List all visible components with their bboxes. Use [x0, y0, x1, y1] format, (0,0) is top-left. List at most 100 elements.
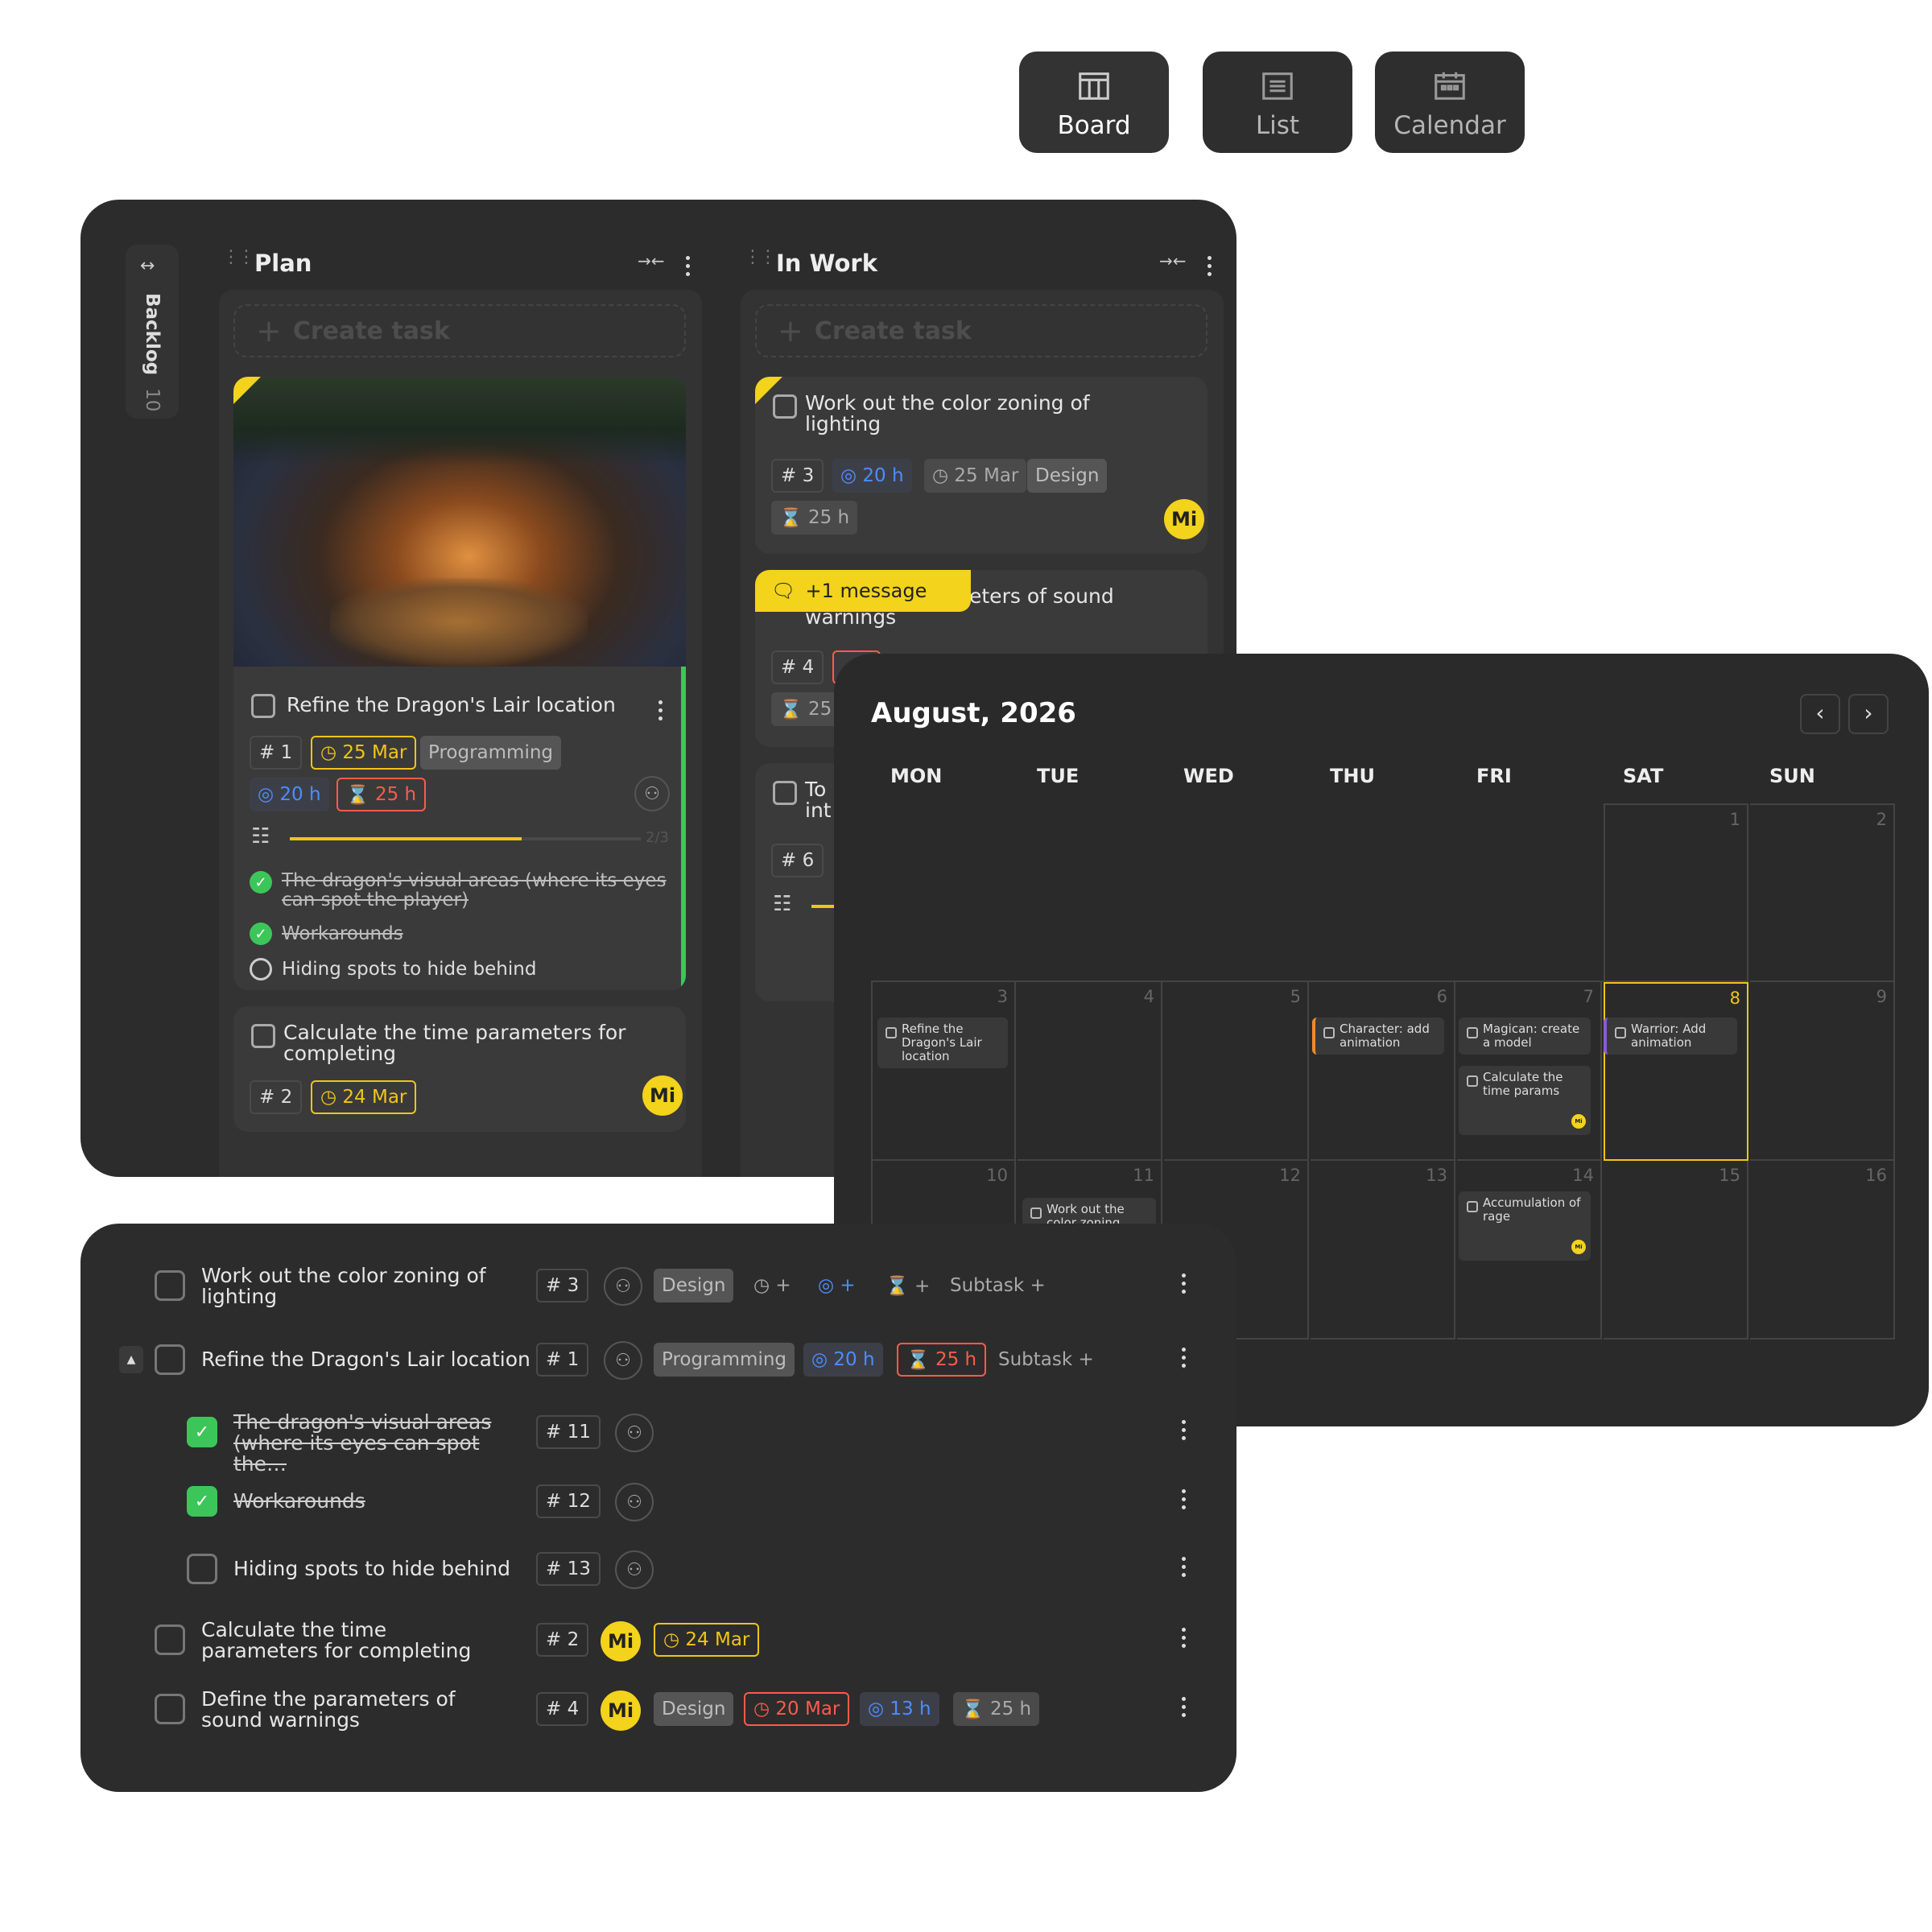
- calendar-day[interactable]: 2: [1750, 803, 1895, 982]
- task-card[interactable]: Refine the Dragon's Lair location # 1 ◷ …: [233, 377, 686, 990]
- calendar-day[interactable]: 5: [1164, 982, 1309, 1161]
- due-date-badge[interactable]: ◷ 25 Mar: [924, 459, 1027, 493]
- collapse-icon[interactable]: →←: [638, 251, 665, 270]
- assign-user-icon[interactable]: ⚇: [615, 1414, 654, 1452]
- due-date-badge[interactable]: ◷ 24 Mar: [311, 1080, 417, 1114]
- weekday-header: SAT: [1623, 765, 1664, 787]
- assign-user-icon[interactable]: ⚇: [604, 1267, 642, 1306]
- spent-time-badge[interactable]: ⌛ 25 h: [771, 501, 858, 535]
- add-subtask-button[interactable]: Subtask +: [950, 1275, 1046, 1296]
- category-badge[interactable]: Design: [654, 1269, 734, 1302]
- calendar-day[interactable]: 1: [1604, 803, 1748, 982]
- task-checkbox[interactable]: [251, 1024, 275, 1048]
- card-menu-icon[interactable]: [658, 700, 665, 724]
- calendar-day[interactable]: 3: [871, 982, 1016, 1161]
- calendar-day[interactable]: 13: [1311, 1161, 1455, 1340]
- collapse-subtasks-button[interactable]: ▲: [119, 1346, 143, 1373]
- calendar-day[interactable]: 16: [1750, 1161, 1895, 1340]
- spent-time-badge[interactable]: ⌛ 25 h: [336, 778, 427, 811]
- assign-user-icon[interactable]: ⚇: [634, 776, 670, 811]
- row-menu-icon[interactable]: [1182, 1489, 1188, 1513]
- drag-handle-icon[interactable]: ⋮⋮: [222, 249, 255, 266]
- estimate-badge[interactable]: ◎ 20 h: [832, 459, 912, 493]
- category-badge[interactable]: Programming: [654, 1343, 795, 1377]
- calendar-event[interactable]: Calculate the time params Mi: [1459, 1066, 1591, 1135]
- subtask-checkbox[interactable]: [187, 1554, 217, 1584]
- calendar-day[interactable]: 8: [1604, 982, 1748, 1161]
- avatar[interactable]: Mi: [642, 1075, 683, 1116]
- calendar-event[interactable]: Refine the Dragon's Lair location: [877, 1018, 1008, 1068]
- list-view-button[interactable]: List: [1203, 52, 1352, 153]
- calendar-view-button[interactable]: Calendar: [1375, 52, 1525, 153]
- due-date-badge[interactable]: ◷ 25 Mar: [311, 736, 417, 770]
- task-checkbox[interactable]: [155, 1270, 185, 1301]
- subtask-checkbox[interactable]: ✓: [187, 1417, 217, 1447]
- collapse-icon[interactable]: →←: [1159, 251, 1187, 270]
- drag-handle-icon[interactable]: ⋮⋮: [744, 249, 777, 266]
- add-subtask-button[interactable]: Subtask +: [998, 1349, 1094, 1370]
- column-menu-icon[interactable]: [1208, 256, 1214, 280]
- subtask-done-icon[interactable]: ✓: [250, 871, 272, 894]
- subtask-checkbox[interactable]: ✓: [187, 1486, 217, 1517]
- hourglass-icon: ⌛: [961, 1699, 985, 1720]
- task-card[interactable]: Calculate the time parameters for comple…: [233, 1006, 686, 1132]
- category-badge[interactable]: Design: [1027, 459, 1108, 493]
- subtask-done-icon[interactable]: ✓: [250, 923, 272, 945]
- estimate-badge[interactable]: ◎ 13 h: [860, 1692, 939, 1726]
- spent-time-badge[interactable]: ⌛ 25: [771, 692, 840, 726]
- calendar-day[interactable]: 6: [1311, 982, 1455, 1161]
- new-message-banner[interactable]: 🗨 +1 message: [755, 570, 971, 612]
- spent-time-badge[interactable]: ⌛ 25 h: [897, 1343, 987, 1377]
- add-estimate-button[interactable]: ◎ +: [818, 1275, 856, 1296]
- column-menu-icon[interactable]: [686, 256, 692, 280]
- backlog-collapsed[interactable]: ↔ Backlog 10: [126, 245, 179, 419]
- calendar-event[interactable]: Warrior: Add animation: [1604, 1018, 1737, 1055]
- due-date-badge[interactable]: ◷ 20 Mar: [744, 1692, 850, 1726]
- calendar-view-label: Calendar: [1393, 111, 1506, 140]
- row-menu-icon[interactable]: [1182, 1420, 1188, 1444]
- assign-user-icon[interactable]: ⚇: [604, 1341, 642, 1380]
- avatar[interactable]: Mi: [1164, 499, 1204, 539]
- calendar-day[interactable]: 4: [1018, 982, 1162, 1161]
- avatar[interactable]: Mi: [1571, 1240, 1586, 1254]
- row-menu-icon[interactable]: [1182, 1557, 1188, 1581]
- board-view-button[interactable]: Board: [1019, 52, 1169, 153]
- task-checkbox[interactable]: [155, 1624, 185, 1655]
- row-menu-icon[interactable]: [1182, 1697, 1188, 1721]
- calendar-day[interactable]: 9: [1750, 982, 1895, 1161]
- calendar-day[interactable]: 15: [1604, 1161, 1748, 1340]
- create-task-button[interactable]: + Create task: [233, 304, 686, 357]
- add-date-button[interactable]: ◷ +: [753, 1275, 791, 1296]
- create-task-button[interactable]: + Create task: [755, 304, 1208, 357]
- avatar[interactable]: Mi: [601, 1690, 641, 1731]
- backlog-label: Backlog: [142, 293, 163, 376]
- add-spent-button[interactable]: ⌛ +: [886, 1275, 930, 1297]
- task-checkbox[interactable]: [773, 394, 797, 419]
- estimate-badge[interactable]: ◎ 20 h: [250, 778, 329, 811]
- row-menu-icon[interactable]: [1182, 1348, 1188, 1372]
- task-checkbox[interactable]: [155, 1694, 185, 1724]
- task-checkbox[interactable]: [155, 1344, 185, 1375]
- assign-user-icon[interactable]: ⚇: [615, 1550, 654, 1589]
- expand-icon[interactable]: ↔: [140, 256, 155, 276]
- next-month-button[interactable]: ›: [1848, 694, 1889, 734]
- spent-time-badge[interactable]: ⌛ 25 h: [953, 1692, 1040, 1726]
- assign-user-icon[interactable]: ⚇: [615, 1483, 654, 1521]
- avatar[interactable]: Mi: [1571, 1114, 1586, 1129]
- task-checkbox[interactable]: [251, 694, 275, 718]
- category-badge[interactable]: Design: [654, 1692, 734, 1726]
- estimate-badge[interactable]: ◎ 20 h: [803, 1343, 883, 1377]
- calendar-event[interactable]: Accumulation of rage Mi: [1459, 1191, 1591, 1261]
- row-menu-icon[interactable]: [1182, 1628, 1188, 1652]
- previous-month-button[interactable]: ‹: [1800, 694, 1840, 734]
- due-date-badge[interactable]: ◷ 24 Mar: [654, 1623, 760, 1657]
- day-number: 14: [1572, 1166, 1594, 1185]
- category-badge[interactable]: Programming: [420, 736, 562, 770]
- calendar-event[interactable]: Magican: create a model: [1459, 1018, 1591, 1055]
- row-menu-icon[interactable]: [1182, 1274, 1188, 1298]
- calendar-event[interactable]: Character: add animation: [1312, 1018, 1444, 1055]
- avatar[interactable]: Mi: [601, 1621, 641, 1662]
- subtask-open-icon[interactable]: [250, 958, 272, 980]
- task-card[interactable]: Work out the color zoning of lighting # …: [755, 377, 1208, 554]
- task-checkbox[interactable]: [773, 781, 797, 805]
